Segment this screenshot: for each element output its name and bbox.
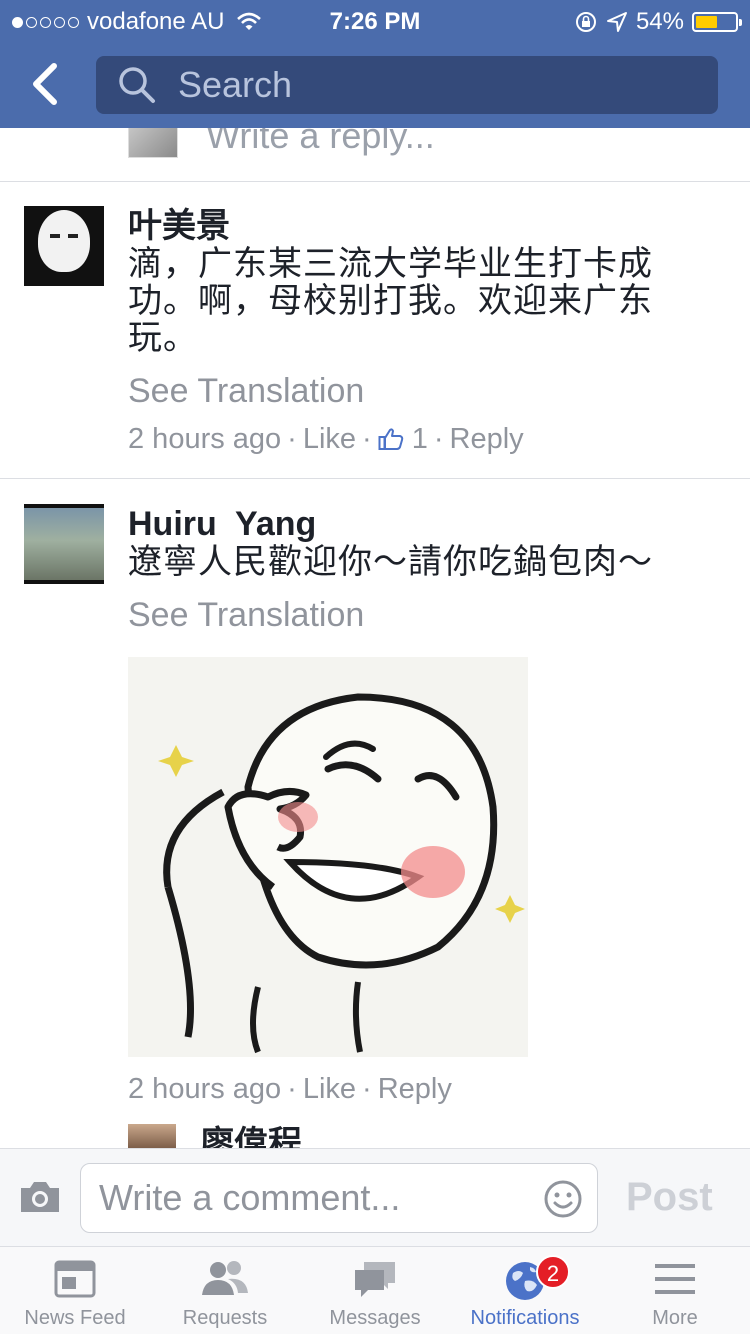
like-count[interactable]: 1	[412, 421, 428, 457]
like-link[interactable]: Like	[303, 421, 356, 457]
messages-icon	[355, 1262, 395, 1297]
tab-more[interactable]: More	[600, 1247, 750, 1335]
search-input[interactable]	[176, 63, 660, 107]
comment-body: 叶美景 滴，广东某三流大学毕业生打卡成 功。啊，母校别打我。欢迎来广东 玩。 S…	[128, 206, 708, 457]
timestamp: 2 hours ago	[128, 423, 282, 455]
comment-body: Huiru Yang 遼寧人民歡迎你～請你吃鍋包肉～ See Translati…	[128, 504, 708, 1107]
camera-icon[interactable]	[18, 1179, 62, 1215]
comment-input[interactable]	[97, 1176, 521, 1220]
tab-label: News Feed	[24, 1307, 126, 1329]
battery-level	[696, 16, 717, 28]
reply-placeholder[interactable]: Write a reply...	[206, 128, 435, 157]
sticker-image[interactable]	[128, 657, 528, 1057]
see-translation-link[interactable]: See Translation	[128, 371, 708, 411]
like-link[interactable]: Like	[303, 1071, 356, 1107]
friend-requests-icon	[202, 1261, 248, 1295]
see-translation-link[interactable]: See Translation	[128, 595, 708, 635]
status-bar: vodafone AU 7:26 PM 54%	[0, 0, 750, 40]
avatar[interactable]	[128, 1124, 176, 1148]
post-button[interactable]: Post	[626, 1175, 713, 1220]
comment-text-line: 滴，广东某三流大学毕业生打卡成	[128, 245, 653, 283]
notification-badge: 2	[536, 1255, 570, 1289]
comment-meta: 2 hours ago · Like · 1 · Reply	[128, 421, 708, 457]
battery-icon	[692, 12, 742, 32]
thumbs-up-icon[interactable]	[378, 427, 404, 451]
tab-label: Notifications	[470, 1307, 580, 1329]
comment-text-line: 功。啊，母校别打我。欢迎来广东	[128, 282, 653, 320]
reply-link[interactable]: Reply	[378, 1071, 452, 1107]
avatar[interactable]	[24, 504, 104, 584]
tab-messages[interactable]: Messages	[300, 1247, 450, 1335]
commenter-name[interactable]: 廖偉程	[200, 1116, 302, 1148]
avatar	[128, 128, 178, 158]
comment-text-line: 遼寧人民歡迎你～請你吃鍋包肉～	[128, 543, 653, 581]
divider	[0, 181, 750, 182]
commenter-name[interactable]: 叶美景	[128, 206, 708, 246]
commenter-name[interactable]: Huiru Yang	[128, 504, 708, 544]
tab-label: More	[652, 1307, 698, 1329]
tab-requests[interactable]: Requests	[150, 1247, 300, 1335]
location-arrow-icon	[606, 12, 627, 32]
rotation-lock-icon	[575, 12, 596, 32]
search-icon	[119, 67, 155, 103]
back-button[interactable]	[24, 58, 68, 110]
menu-icon	[655, 1264, 695, 1294]
separator-dot: ·	[362, 423, 372, 455]
tab-label: Messages	[329, 1307, 421, 1329]
comment-text-line: 玩。	[128, 319, 198, 357]
separator-dot: ·	[433, 423, 444, 455]
comment-meta: 2 hours ago · Like · Reply	[128, 1071, 708, 1107]
timestamp: 2 hours ago	[128, 1073, 282, 1105]
top-bar: vodafone AU 7:26 PM 54%	[0, 0, 750, 128]
comment-input-box[interactable]	[80, 1163, 598, 1233]
tab-label: Requests	[182, 1307, 268, 1329]
comments-thread: Write a reply... 叶美景 滴，广东某三流大学毕业生打卡成 功。啊…	[0, 128, 750, 1148]
search-bar[interactable]	[96, 56, 718, 114]
comment-text: 滴，广东某三流大学毕业生打卡成 功。啊，母校别打我。欢迎来广东 玩。	[128, 246, 708, 357]
divider	[0, 478, 750, 479]
status-right: 54%	[574, 8, 742, 36]
reply-composer-partial[interactable]: Write a reply...	[128, 128, 435, 158]
comment-composer: Post	[0, 1148, 750, 1246]
news-feed-icon	[54, 1260, 96, 1298]
separator-dot: ·	[287, 1073, 297, 1105]
tab-bar: News Feed Requests Messages 2 Notificati…	[0, 1246, 750, 1334]
tab-news-feed[interactable]: News Feed	[0, 1247, 150, 1335]
reply-link[interactable]: Reply	[450, 421, 524, 457]
separator-dot: ·	[287, 423, 297, 455]
separator-dot: ·	[362, 1073, 372, 1105]
laughing-face-sticker	[128, 657, 528, 1057]
avatar[interactable]	[24, 206, 104, 286]
emoji-icon[interactable]	[543, 1179, 583, 1219]
tab-notifications[interactable]: 2 Notifications	[450, 1247, 600, 1335]
comment-text: 遼寧人民歡迎你～請你吃鍋包肉～	[128, 544, 708, 581]
chevron-left-icon	[33, 63, 57, 105]
battery-percent: 54%	[635, 8, 684, 35]
